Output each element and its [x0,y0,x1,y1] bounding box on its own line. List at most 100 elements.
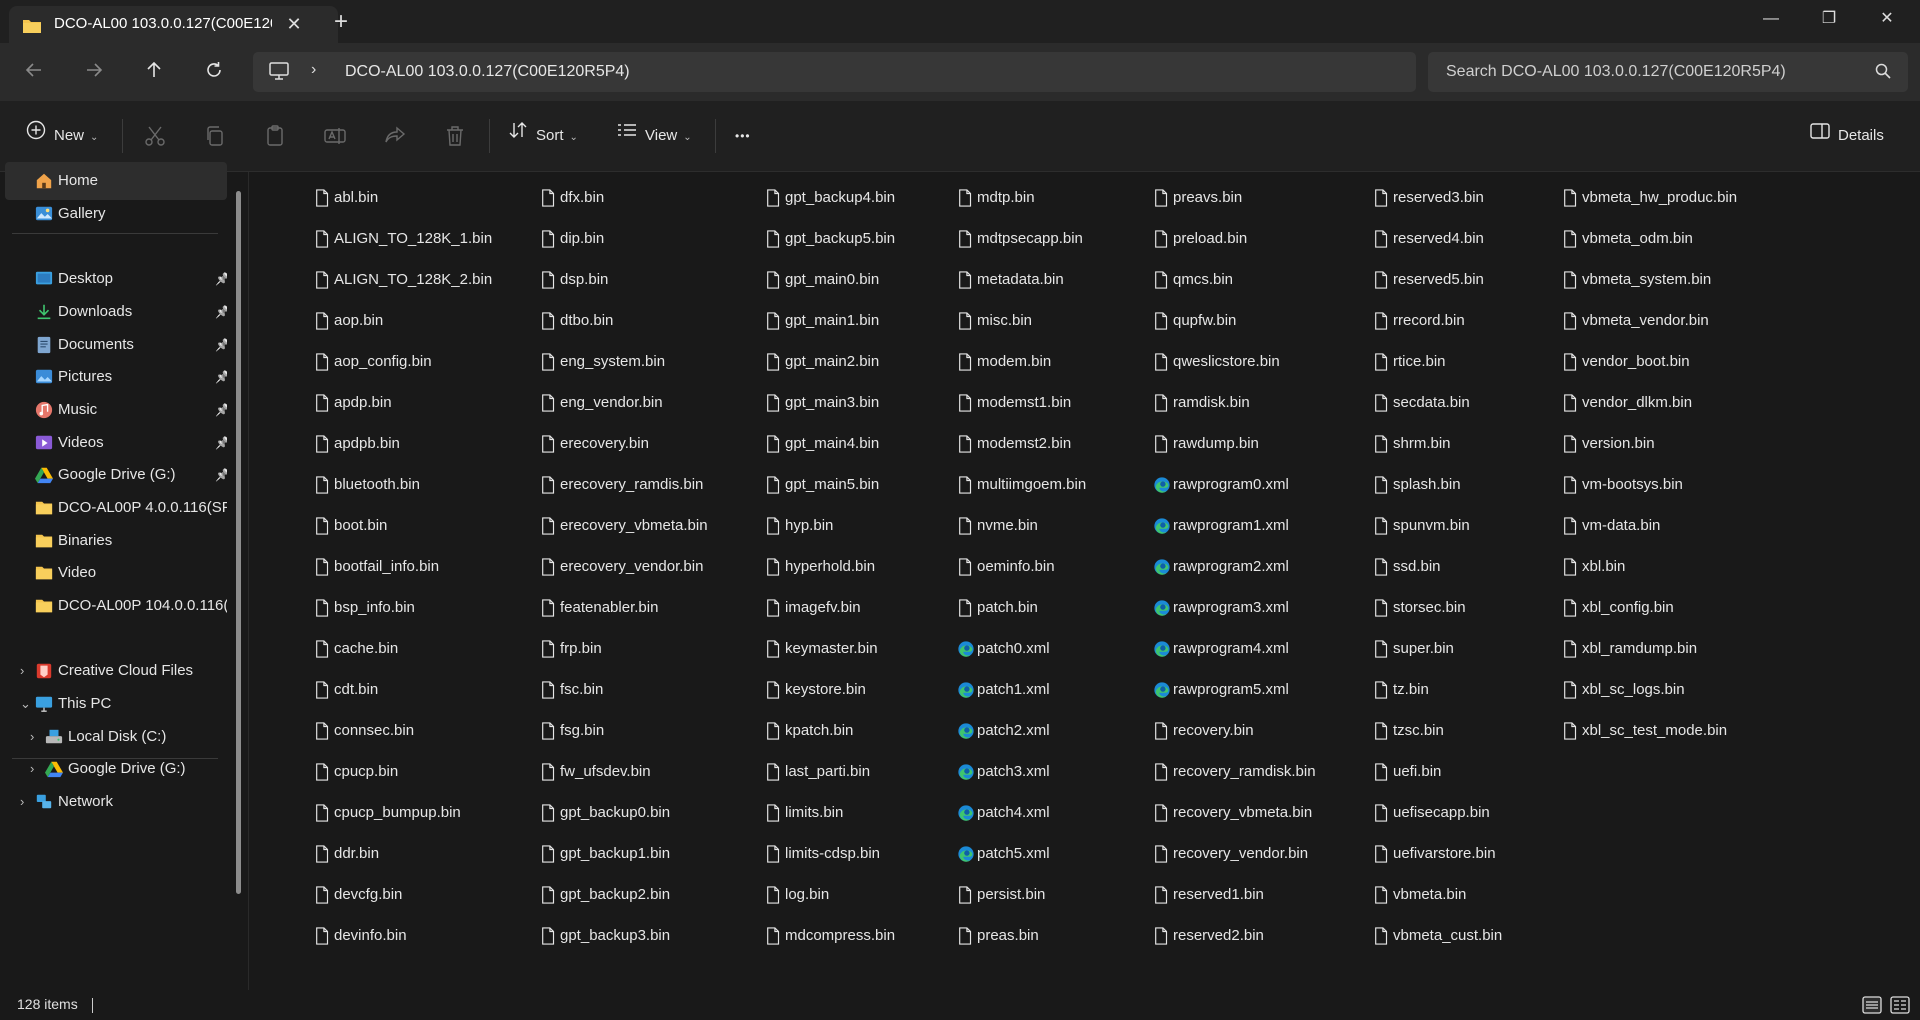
search-icon[interactable] [1874,62,1892,84]
file-name: ALIGN_TO_128K_2.bin [334,271,493,288]
arrow-up-icon [147,61,161,77]
close-window-button[interactable]: ✕ [1858,0,1916,38]
refresh-button[interactable] [197,55,231,89]
delete-icon[interactable] [443,124,467,148]
file-name: reserved4.bin [1393,230,1484,247]
file-name: reserved5.bin [1393,271,1484,288]
file-icon [959,312,972,330]
edge-document-icon [1154,641,1170,657]
file-icon [1155,435,1168,453]
file-name: xbl_sc_test_mode.bin [1582,722,1728,739]
file-name: rawprogram5.xml [1173,681,1289,698]
file-icon [1564,517,1577,535]
file-name: xbl_ramdump.bin [1582,640,1698,657]
edge-document-icon [958,764,974,780]
up-button[interactable] [137,55,171,89]
file-name: devinfo.bin [334,927,407,944]
cut-icon[interactable] [143,124,167,148]
file-name: gpt_main2.bin [785,353,880,370]
rename-icon[interactable] [323,124,347,148]
chevron-right-icon[interactable]: › [20,783,24,821]
forward-button[interactable] [77,55,111,89]
file-name: dtbo.bin [560,312,614,329]
file-name: patch4.xml [977,804,1050,821]
file-name: dfx.bin [560,189,605,206]
edge-document-icon [1154,559,1170,575]
minimize-button[interactable]: — [1742,0,1800,38]
file-icon [1375,435,1388,453]
view-button[interactable]: View ⌄ [617,118,692,154]
file-icon [1375,845,1388,863]
file-icon [542,558,555,576]
file-name: super.bin [1393,640,1454,657]
google-drive-icon [45,761,63,778]
copy-icon[interactable] [203,124,227,148]
sidebar-item-gallery[interactable]: Gallery [5,195,227,233]
file-icon [959,886,972,904]
file-name: last_parti.bin [785,763,871,780]
file-icon [542,189,555,207]
file-icon [1375,394,1388,412]
file-icon [542,927,555,945]
file-icon [542,681,555,699]
command-bar: New ⌄ Sort ⌄ View ⌄ ••• Details [0,101,1920,172]
breadcrumb-path[interactable]: DCO-AL00 103.0.0.127(C00E120R5P4) [345,63,630,81]
file-icon [767,476,780,494]
tiles-view-icon[interactable] [1890,996,1910,1014]
file-icon [1375,599,1388,617]
chevron-right-icon[interactable]: › [311,61,316,79]
file-name: shrm.bin [1393,435,1451,452]
file-name: gpt_backup4.bin [785,189,896,206]
videos-icon [35,435,53,450]
paste-icon[interactable] [264,124,288,148]
new-label: New [54,127,85,144]
file-name: gpt_backup1.bin [560,845,671,862]
file-icon [316,640,329,658]
file-name: rawprogram1.xml [1173,517,1289,534]
file-icon [316,189,329,207]
file-icon [767,558,780,576]
file-name: recovery.bin [1173,722,1254,739]
file-name: log.bin [785,886,830,903]
details-pane-icon [1810,118,1830,154]
desktop-icon [35,271,53,285]
file-name: ALIGN_TO_128K_1.bin [334,230,493,247]
back-button[interactable] [17,55,51,89]
close-tab-button[interactable]: ✕ [281,11,307,37]
file-icon [542,394,555,412]
sidebar-item-network[interactable]: Network › [5,783,227,821]
new-button[interactable]: New ⌄ [26,118,98,154]
file-icon [316,394,329,412]
file-icon [1155,927,1168,945]
file-icon [767,886,780,904]
share-icon[interactable] [383,124,407,148]
search-input[interactable]: Search DCO-AL00 103.0.0.127(C00E120R5P4) [1428,52,1908,92]
file-icon [316,886,329,904]
details-view-icon[interactable] [1862,996,1882,1014]
edge-document-icon [958,641,974,657]
file-name: mdtp.bin [977,189,1035,206]
new-tab-button[interactable]: + [326,10,356,36]
file-icon [1375,640,1388,658]
file-name: qweslicstore.bin [1173,353,1280,370]
file-icon [316,230,329,248]
file-name: cpucp_bumpup.bin [334,804,461,821]
file-name: fsc.bin [560,681,604,698]
sidebar-item-dco-al00p-104-0-0-116[interactable]: DCO-AL00P 104.0.0.116( [5,587,227,625]
file-icon [767,189,780,207]
sidebar-scrollbar[interactable] [236,191,241,894]
window-tab[interactable]: DCO-AL00 103.0.0.127(C00E120R5P4) ✕ [9,6,338,43]
file-icon [959,271,972,289]
file-icon [959,476,972,494]
gallery-icon [35,206,53,221]
maximize-button[interactable]: ❐ [1800,0,1858,38]
details-button[interactable]: Details [1810,118,1884,154]
file-name: erecovery.bin [560,435,649,452]
more-options-button[interactable]: ••• [735,118,751,154]
file-name: recovery_ramdisk.bin [1173,763,1316,780]
address-bar[interactable]: › DCO-AL00 103.0.0.127(C00E120R5P4) [253,52,1416,92]
file-name: gpt_backup3.bin [560,927,671,944]
sort-button[interactable]: Sort ⌄ [508,118,578,154]
monitor-icon [269,62,289,84]
chevron-down-icon: ⌄ [90,132,99,143]
